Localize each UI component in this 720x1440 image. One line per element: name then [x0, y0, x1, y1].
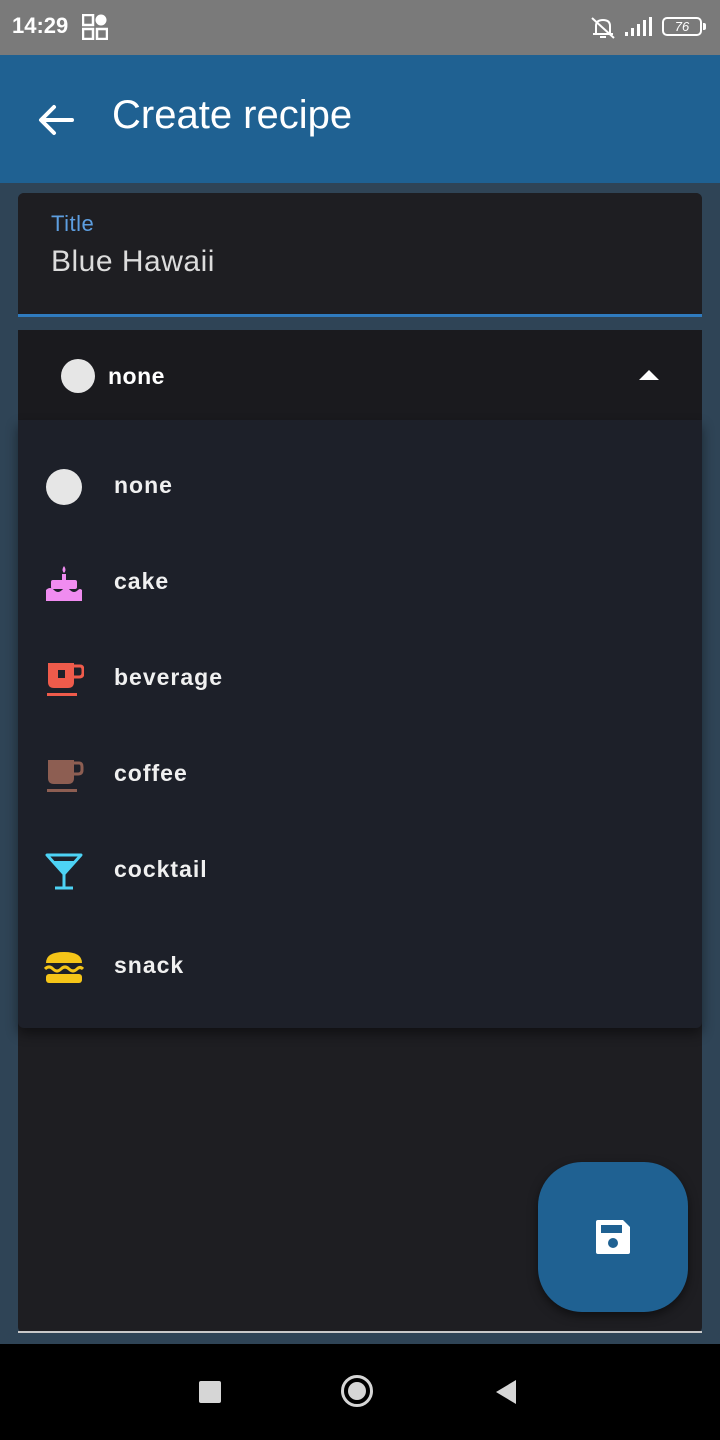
menu-item-beverage[interactable]: beverage [18, 630, 702, 726]
menu-item-cocktail[interactable]: cocktail [18, 822, 702, 918]
coffee-cup-icon [47, 760, 84, 792]
status-bar: 14:29 76 [0, 0, 720, 55]
menu-item-label: beverage [114, 664, 224, 690]
menu-item-snack[interactable]: snack [18, 918, 702, 1014]
back-triangle-icon[interactable] [494, 1378, 518, 1406]
system-nav-bar [0, 1344, 720, 1440]
title-field-value[interactable]: Blue Hawaii [51, 245, 215, 279]
menu-item-coffee[interactable]: coffee [18, 726, 702, 822]
cocktail-glass-icon [45, 853, 83, 890]
circle-icon [61, 359, 95, 393]
signal-icon [625, 17, 652, 36]
title-field[interactable]: Title Blue Hawaii [18, 193, 702, 316]
save-button[interactable] [538, 1162, 688, 1312]
category-selected-label: none [108, 363, 165, 389]
status-time: 14:29 [12, 13, 69, 38]
chevron-up-icon[interactable] [638, 368, 660, 382]
app-bar: Create recipe [0, 55, 720, 183]
circle-icon [46, 469, 82, 505]
menu-item-none[interactable]: none [18, 438, 702, 534]
divider [18, 1331, 702, 1333]
menu-item-label: cake [114, 568, 170, 594]
menu-item-label: coffee [114, 760, 188, 786]
spacer [18, 317, 702, 330]
battery-icon: 76 [662, 17, 706, 36]
bell-off-icon [591, 17, 615, 39]
menu-item-cake[interactable]: cake [18, 534, 702, 630]
apps-grid-icon [82, 14, 108, 40]
menu-item-label: snack [114, 952, 185, 978]
category-menu: none cake beverage coffee cocktail snack [18, 420, 702, 1028]
recents-icon[interactable] [199, 1381, 221, 1403]
title-field-label: Title [51, 211, 95, 236]
tea-cup-icon [47, 663, 84, 696]
menu-item-label: cocktail [114, 856, 208, 882]
page-title: Create recipe [112, 93, 353, 137]
category-select[interactable]: none [18, 330, 702, 420]
menu-item-label: none [114, 472, 173, 498]
save-icon [596, 1220, 630, 1254]
arrow-back-icon[interactable] [36, 100, 76, 140]
home-icon[interactable] [341, 1375, 373, 1407]
cake-icon [46, 566, 82, 601]
burger-icon [44, 952, 84, 983]
